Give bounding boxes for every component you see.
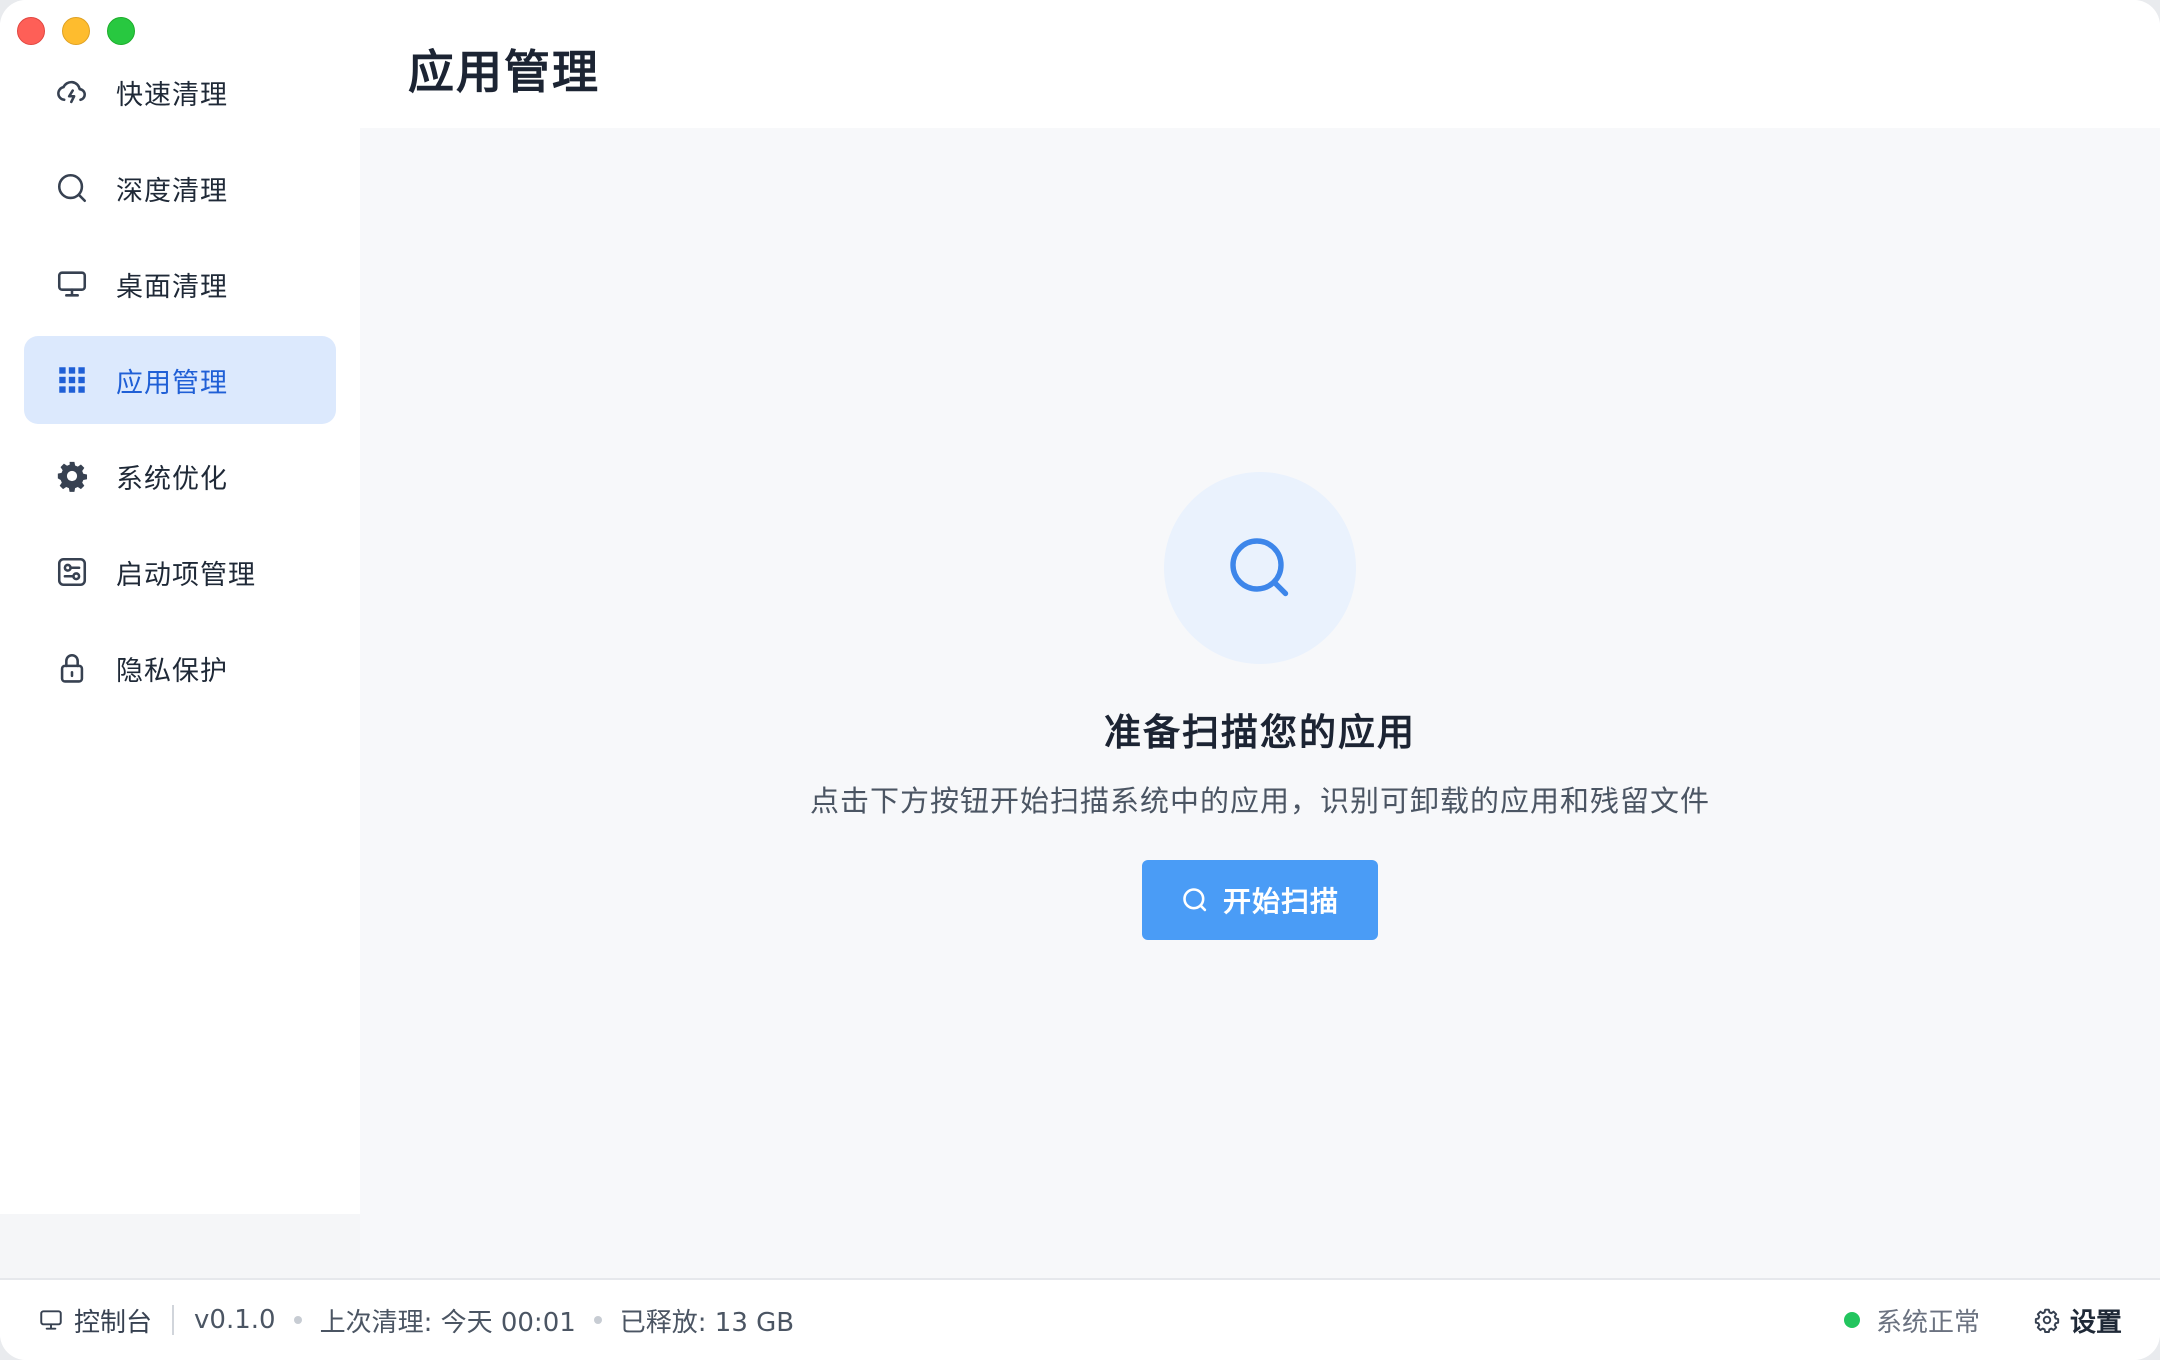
version-text: v0.1.0 (194, 1305, 276, 1335)
minimize-window-button[interactable] (62, 17, 90, 45)
freed-space-text: 已释放: 13 GB (619, 1307, 795, 1338)
system-status: 系统正常 (1843, 1302, 1980, 1339)
app-window: 快速清理 深度清理 桌面清理 应用管理 系统优化 启动项管理 隐私保护 应用管理… (0, 0, 2160, 1360)
search-icon (1230, 538, 1289, 597)
window-controls (17, 17, 135, 45)
sliders-icon (54, 554, 90, 590)
status-bar-left: 控制台 v0.1.0 上次清理: 今天 00:01 已释放: 13 GB (38, 1280, 794, 1360)
dot-separator (593, 1316, 602, 1324)
gear-icon (54, 458, 90, 494)
search-icon (54, 170, 90, 206)
sidebar-item-label: 应用管理 (116, 367, 228, 399)
empty-state: 准备扫描您的应用 点击下方按钮开始扫描系统中的应用，识别可卸载的应用和残留文件 … (360, 472, 2160, 940)
page-title: 应用管理 (408, 45, 600, 99)
search-icon (1183, 888, 1207, 912)
empty-state-title: 准备扫描您的应用 (1104, 711, 1416, 754)
settings-button[interactable]: 设置 (2034, 1302, 2122, 1339)
dot-separator (293, 1316, 302, 1324)
last-clean-text: 上次清理: 今天 00:01 (319, 1307, 576, 1338)
sidebar-item-label: 桌面清理 (116, 271, 228, 303)
sidebar-item-desktop-clean[interactable]: 桌面清理 (24, 240, 336, 328)
sidebar-item-quick-clean[interactable]: 快速清理 (24, 48, 336, 136)
status-bar: 控制台 v0.1.0 上次清理: 今天 00:01 已释放: 13 GB 系统正… (0, 1278, 2160, 1360)
empty-state-badge (1164, 472, 1356, 664)
sidebar-item-label: 启动项管理 (116, 559, 256, 591)
close-window-button[interactable] (17, 17, 45, 45)
gear-icon (2034, 1308, 2060, 1333)
sidebar-item-startup-management[interactable]: 启动项管理 (24, 528, 336, 616)
main-content: 准备扫描您的应用 点击下方按钮开始扫描系统中的应用，识别可卸载的应用和残留文件 … (360, 128, 2160, 1278)
sidebar-item-label: 系统优化 (116, 463, 228, 495)
start-scan-label: 开始扫描 (1222, 885, 1339, 918)
sidebar-item-label: 深度清理 (116, 175, 228, 207)
monitor-icon (54, 266, 90, 302)
sidebar-footer (0, 1214, 360, 1278)
sidebar-item-system-optimize[interactable]: 系统优化 (24, 432, 336, 520)
system-status-text: 系统正常 (1875, 1307, 1980, 1338)
grid-icon (54, 362, 90, 398)
sidebar: 快速清理 深度清理 桌面清理 应用管理 系统优化 启动项管理 隐私保护 (0, 0, 360, 1278)
console-button[interactable]: 控制台 (38, 1302, 152, 1339)
sidebar-nav: 快速清理 深度清理 桌面清理 应用管理 系统优化 启动项管理 隐私保护 (24, 48, 336, 720)
page-header: 应用管理 (360, 0, 2160, 128)
sidebar-item-privacy-protection[interactable]: 隐私保护 (24, 624, 336, 712)
console-label: 控制台 (74, 1307, 153, 1338)
sidebar-item-label: 隐私保护 (116, 655, 228, 687)
cloud-lightning-icon (54, 74, 90, 110)
settings-label: 设置 (2069, 1307, 2122, 1338)
sidebar-item-app-management[interactable]: 应用管理 (24, 336, 336, 424)
status-dot-icon (1843, 1312, 1860, 1328)
sidebar-item-label: 快速清理 (116, 79, 228, 111)
maximize-window-button[interactable] (107, 17, 135, 45)
start-scan-button[interactable]: 开始扫描 (1142, 860, 1378, 940)
status-bar-right: 系统正常 设置 (1843, 1280, 2122, 1360)
divider (172, 1305, 175, 1335)
monitor-icon (40, 1310, 62, 1330)
empty-state-description: 点击下方按钮开始扫描系统中的应用，识别可卸载的应用和残留文件 (809, 784, 1710, 818)
lock-icon (54, 650, 90, 686)
sidebar-item-deep-clean[interactable]: 深度清理 (24, 144, 336, 232)
